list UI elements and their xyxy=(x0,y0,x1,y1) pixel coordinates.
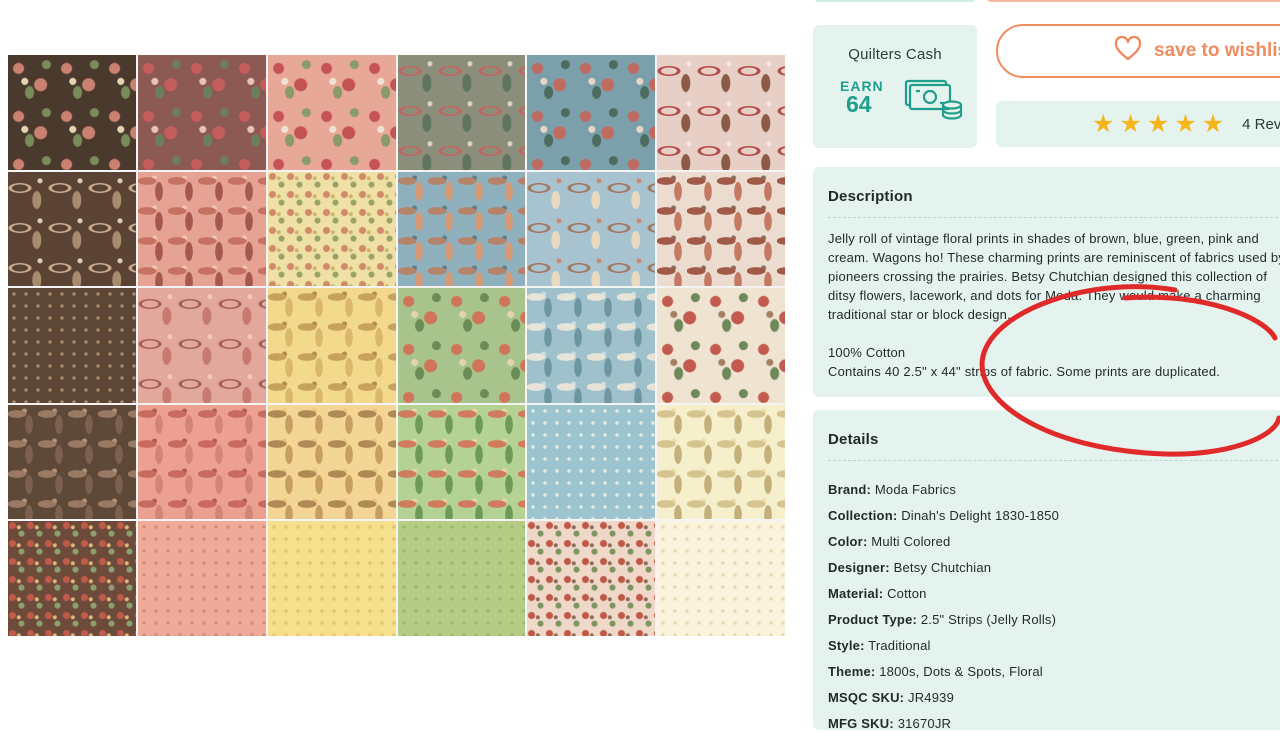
description-heading: Description xyxy=(828,188,913,205)
star-icon: ★ xyxy=(1092,109,1115,138)
fabric-swatch xyxy=(527,171,656,287)
detail-designer: Designer: Betsy Chutchian xyxy=(828,560,992,575)
reviews-count[interactable]: 4 Reviews xyxy=(1242,116,1280,133)
detail-mfg-sku: MFG SKU: 31670JR xyxy=(828,716,952,731)
fabric-swatch xyxy=(657,55,785,170)
fabric-swatch xyxy=(397,55,526,170)
partial-add-to-cart-button[interactable] xyxy=(985,0,1280,2)
fabric-swatch xyxy=(137,171,266,287)
fabric-swatch xyxy=(397,404,526,520)
fabric-swatch xyxy=(527,404,656,520)
fabric-swatch xyxy=(527,55,656,170)
quilters-cash-card: Quilters Cash EARN 64 xyxy=(813,25,977,148)
detail-collection: Collection: Dinah's Delight 1830-1850 xyxy=(828,508,1059,523)
star-icon: ★ xyxy=(1174,109,1197,138)
fabric-swatch xyxy=(397,171,526,287)
material-line: 100% Cotton xyxy=(828,345,906,360)
fabric-swatch xyxy=(267,55,396,170)
partial-button-above[interactable] xyxy=(813,0,977,2)
fabric-swatch xyxy=(137,55,266,170)
detail-product-type: Product Type: 2.5" Strips (Jelly Rolls) xyxy=(828,612,1057,627)
fabric-swatch xyxy=(267,288,396,403)
divider xyxy=(828,217,1280,218)
description-line: Jelly roll of vintage floral prints in s… xyxy=(828,231,1259,246)
details-list: Brand: Moda Fabrics Collection: Dinah's … xyxy=(828,477,1280,737)
fabric-swatch xyxy=(8,288,136,403)
fabric-swatch xyxy=(397,288,526,403)
detail-msqc-sku: MSQC SKU: JR4939 xyxy=(828,690,955,705)
description-line: pioneers crossing the prairies. Betsy Ch… xyxy=(828,269,1268,284)
details-panel: Details Brand: Moda Fabrics Collection: … xyxy=(813,410,1280,731)
divider xyxy=(828,460,1280,461)
description-body: Jelly roll of vintage floral prints in s… xyxy=(828,229,1280,381)
contents-line: Contains 40 2.5" x 44" strips of fabric.… xyxy=(828,364,1221,379)
fabric-swatch xyxy=(8,171,136,287)
description-line: traditional star or block design. xyxy=(828,307,1011,322)
earn-value: 64 xyxy=(846,91,872,117)
fabric-swatch xyxy=(137,521,266,636)
fabric-swatch xyxy=(137,288,266,403)
detail-style: Style: Traditional xyxy=(828,638,931,653)
description-line: cream. Wagons ho! These charming prints … xyxy=(828,250,1280,265)
fabric-swatch xyxy=(8,404,136,520)
fabric-swatch xyxy=(657,521,785,636)
fabric-swatch xyxy=(267,404,396,520)
star-icon: ★ xyxy=(1201,109,1225,138)
fabric-swatch xyxy=(657,404,785,520)
description-line: ditsy flowers, lacework, and dots for Mo… xyxy=(828,288,1261,303)
detail-material: Material: Cotton xyxy=(828,586,927,601)
fabric-swatch xyxy=(527,288,656,403)
fabric-swatch xyxy=(397,521,526,636)
cash-money-icon xyxy=(902,75,964,126)
detail-color: Color: Multi Colored xyxy=(828,534,951,549)
detail-brand: Brand: Moda Fabrics xyxy=(828,482,957,497)
fabric-swatch xyxy=(8,55,136,170)
details-heading: Details xyxy=(828,431,879,448)
fabric-swatch xyxy=(657,288,785,403)
fabric-swatch xyxy=(657,171,785,287)
heart-icon xyxy=(1114,35,1142,67)
fabric-swatch xyxy=(267,521,396,636)
wishlist-label: save to wishlist xyxy=(1154,40,1280,61)
fabric-swatch xyxy=(527,521,656,636)
star-rating: ★ ★ ★ ★ ★ xyxy=(1092,109,1225,138)
reviews-bar[interactable]: ★★★★★ 4 Reviews xyxy=(996,101,1280,147)
fabric-swatch xyxy=(137,404,266,520)
star-icon: ★ xyxy=(1146,109,1170,138)
fabric-swatch xyxy=(267,171,396,287)
description-panel: Description Jelly roll of vintage floral… xyxy=(813,167,1280,397)
quilters-cash-title: Quilters Cash xyxy=(848,46,942,63)
save-to-wishlist-button[interactable]: save to wishlist xyxy=(996,24,1280,78)
product-image[interactable] xyxy=(8,55,785,636)
fabric-swatch xyxy=(8,521,136,636)
star-icon: ★ xyxy=(1119,109,1142,138)
detail-theme: Theme: 1800s, Dots & Spots, Floral xyxy=(828,664,1043,679)
